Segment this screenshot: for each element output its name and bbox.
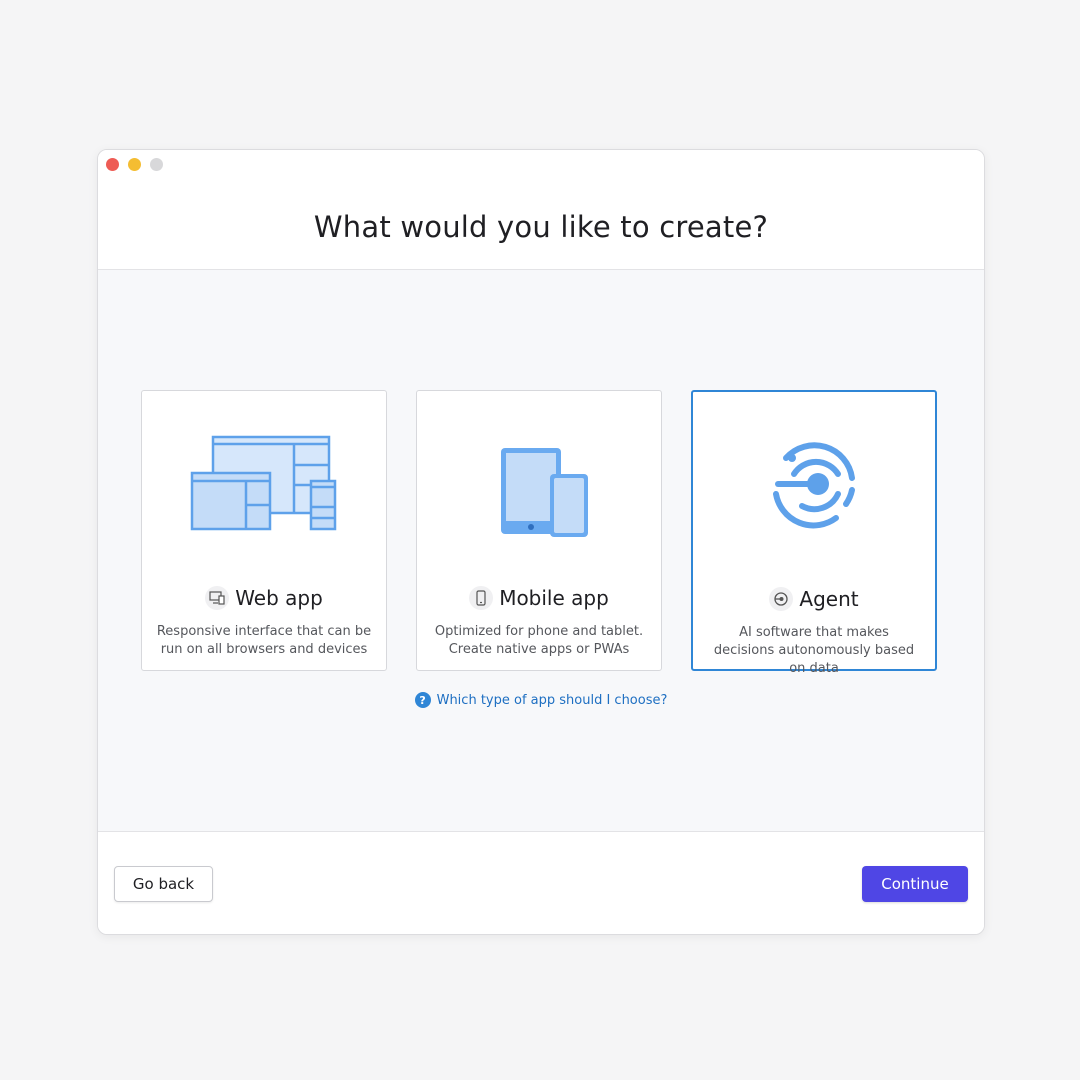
help-link[interactable]: ? Which type of app should I choose?	[98, 692, 984, 708]
go-back-button[interactable]: Go back	[114, 866, 213, 902]
devices-icon	[205, 586, 230, 610]
page-title: What would you like to create?	[313, 210, 769, 244]
card-mobile-app-title: Mobile app	[417, 586, 661, 610]
card-web-app-description: Responsive interface that can be run on …	[156, 624, 372, 657]
zoom-window-button[interactable]	[150, 158, 163, 171]
card-agent-name: Agent	[799, 587, 859, 611]
app-type-selection: Web app Responsive interface that can be…	[98, 270, 984, 832]
phone-icon	[469, 586, 494, 610]
card-web-app[interactable]: Web app Responsive interface that can be…	[141, 390, 387, 671]
card-web-app-name: Web app	[235, 586, 323, 610]
header: What would you like to create?	[98, 150, 984, 270]
card-mobile-app-description: Optimized for phone and tablet. Create n…	[434, 624, 644, 657]
help-link-label: Which type of app should I choose?	[436, 692, 668, 708]
agent-illustration	[693, 436, 935, 546]
card-mobile-app[interactable]: Mobile app Optimized for phone and table…	[416, 390, 662, 671]
card-agent[interactable]: Agent AI software that makes decisions a…	[691, 390, 937, 676]
card-agent-description: AI software that makes decisions autonom…	[713, 625, 915, 676]
close-window-button[interactable]	[106, 158, 119, 171]
continue-button[interactable]: Continue	[862, 866, 968, 902]
mobile-app-illustration	[417, 435, 661, 545]
help-icon: ?	[414, 692, 431, 708]
card-mobile-app-name: Mobile app	[499, 586, 609, 610]
minimize-window-button[interactable]	[128, 158, 141, 171]
web-app-illustration	[142, 435, 386, 545]
card-agent-title: Agent	[693, 587, 935, 611]
agent-icon	[769, 587, 794, 611]
app-window: What would you like to create? Web app R…	[97, 149, 985, 935]
card-web-app-title: Web app	[142, 586, 386, 610]
footer: Go back Continue	[98, 832, 984, 934]
window-controls	[106, 158, 163, 171]
